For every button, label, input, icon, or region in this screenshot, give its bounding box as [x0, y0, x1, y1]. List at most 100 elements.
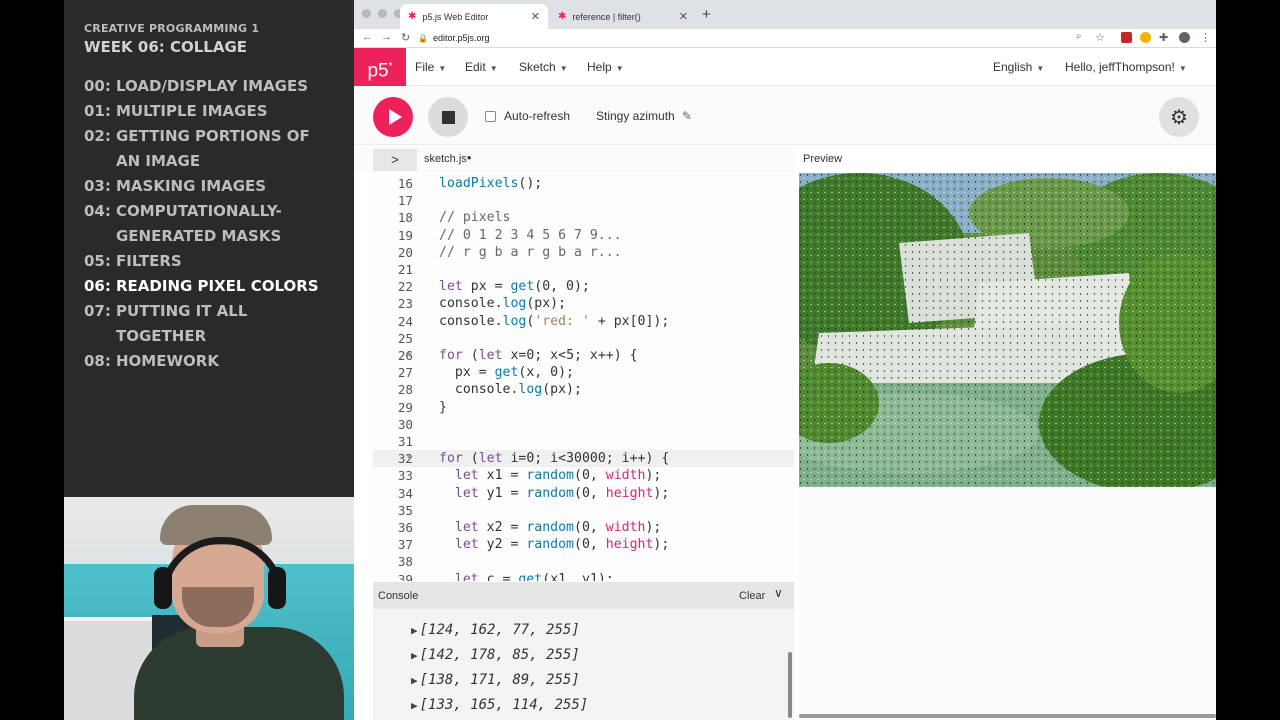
zoom-icon[interactable]: ⌕: [1076, 31, 1082, 42]
slide-topic-item: 06: READING PIXEL COLORS: [84, 274, 354, 299]
menu-edit[interactable]: Edit ▼: [465, 60, 498, 74]
sketch-name[interactable]: Stingy azimuth ✎: [596, 109, 692, 123]
expand-arrow-icon[interactable]: ▶: [411, 649, 418, 662]
language-menu[interactable]: English ▼: [993, 60, 1044, 74]
slide-topic-item: 07: PUTTING IT ALL TOGETHER: [84, 299, 354, 349]
code-line[interactable]: // r g b a r g b a r...: [439, 244, 622, 261]
forward-arrow-icon[interactable]: →: [381, 31, 392, 43]
p5-logo[interactable]: p5*: [354, 48, 406, 86]
close-tab-icon[interactable]: ✕: [531, 10, 540, 23]
course-title: CREATIVE PROGRAMMING 1: [84, 22, 260, 35]
code-line[interactable]: console.log(px);: [439, 295, 566, 312]
waterfall-preview-image: [799, 173, 1216, 487]
console-log-entry[interactable]: ▶ [138, 171, 89, 255]: [411, 672, 580, 688]
stop-button[interactable]: [428, 97, 468, 137]
code-line[interactable]: loadPixels();: [439, 175, 542, 192]
webcam-video: [64, 497, 354, 720]
extensions-puzzle-icon[interactable]: ✚: [1159, 31, 1168, 44]
browser-tab-title: p5.js Web Editor: [422, 11, 489, 22]
browser-menu-icon[interactable]: ⋮: [1200, 31, 1211, 44]
expand-arrow-icon[interactable]: ▶: [411, 624, 418, 637]
slide-topic-item: 05: FILTERS: [84, 249, 354, 274]
user-menu[interactable]: Hello, jeffThompson! ▼: [1065, 60, 1187, 74]
play-button[interactable]: [373, 97, 413, 137]
line-number: 21: [397, 262, 413, 277]
browser-tab-p5-editor[interactable]: ✱ p5.js Web Editor ✕: [400, 4, 548, 29]
reload-icon[interactable]: ↻: [401, 31, 410, 44]
code-line[interactable]: px = get(x, 0);: [439, 364, 574, 381]
line-number: 28: [397, 382, 413, 398]
preview-background: [799, 487, 1216, 720]
back-arrow-icon[interactable]: ←: [362, 31, 373, 43]
code-line[interactable]: let x2 = random(0, width);: [439, 519, 661, 536]
new-tab-button[interactable]: +: [702, 6, 711, 23]
line-number: 22: [397, 279, 413, 295]
auto-refresh-toggle[interactable]: Auto-refresh: [485, 109, 570, 123]
auto-refresh-checkbox[interactable]: [485, 110, 496, 122]
slide-topic-item: 03: MASKING IMAGES: [84, 174, 354, 199]
console-log-entry[interactable]: ▶ [142, 178, 85, 255]: [411, 647, 580, 663]
window-minimize-control[interactable]: [378, 9, 387, 18]
extension-red-icon[interactable]: [1121, 32, 1132, 43]
console-log-entry[interactable]: ▶ [124, 162, 77, 255]: [411, 622, 580, 638]
line-number: 39: [397, 571, 413, 581]
chevron-down-icon: ▼: [615, 64, 624, 73]
line-number: 33: [397, 468, 413, 484]
settings-button[interactable]: ⚙: [1159, 97, 1199, 137]
code-editor[interactable]: 16 loadPixels(); 17 18 // pixels 19 // 0 1 2 3…: [373, 173, 794, 581]
code-line[interactable]: let y1 = random(0, height);: [439, 485, 669, 502]
menu-help[interactable]: Help ▼: [587, 60, 624, 74]
close-tab-icon[interactable]: ✕: [679, 10, 688, 23]
console-log-entry[interactable]: ▶ [133, 165, 114, 255]: [411, 697, 588, 713]
console-log-text: [124, 162, 77, 255]: [419, 622, 580, 638]
pencil-icon[interactable]: ✎: [682, 109, 692, 123]
lock-icon: 🔒: [418, 34, 428, 43]
preview-scrollbar[interactable]: [799, 714, 1216, 718]
profile-avatar-icon[interactable]: [1179, 32, 1190, 43]
line-number: 23: [397, 296, 413, 312]
line-number: 30: [397, 416, 413, 432]
code-line[interactable]: for (let x=0; x<5; x++) {: [439, 347, 638, 364]
console-clear-button[interactable]: Clear: [739, 590, 765, 602]
console-scrollbar[interactable]: [788, 652, 792, 718]
code-line[interactable]: console.log('red: ' + px[0]);: [439, 313, 669, 330]
p5-nav-bar: p5* File ▼ Edit ▼ Sketch ▼ Help ▼ English ▼ H…: [354, 48, 1216, 86]
sketch-preview-canvas[interactable]: [799, 173, 1216, 487]
code-line[interactable]: // 0 1 2 3 4 5 6 7 9...: [439, 227, 622, 244]
url-field[interactable]: 🔒 editor.p5js.org: [418, 29, 1118, 47]
browser-tab-reference[interactable]: ✱ reference | filter() ✕: [550, 4, 696, 29]
slide-topic-label: MASKING IMAGES: [116, 177, 267, 195]
fold-arrow-icon[interactable]: ▼: [407, 453, 412, 462]
code-line[interactable]: let x1 = random(0, width);: [439, 467, 661, 484]
window-close-control[interactable]: [362, 9, 371, 18]
gear-icon: ⚙: [1170, 106, 1188, 129]
slide-topic-label: PUTTING IT ALL TOGETHER: [116, 302, 248, 345]
slide-topic-number: 01:: [84, 102, 111, 120]
fold-arrow-icon[interactable]: ▼: [407, 350, 412, 359]
slide-topic-number: 02:: [84, 127, 111, 145]
line-number: 29: [397, 399, 413, 415]
sidebar-toggle-button[interactable]: >: [373, 149, 417, 171]
line-number: 31: [397, 434, 413, 449]
bookmark-star-icon[interactable]: ☆: [1095, 31, 1105, 44]
code-line[interactable]: let c = get(x1, y1);: [439, 571, 614, 581]
menu-sketch[interactable]: Sketch ▼: [519, 60, 568, 74]
expand-arrow-icon[interactable]: ▶: [411, 699, 418, 712]
extension-chrome-icon[interactable]: [1140, 32, 1151, 43]
file-tab[interactable]: sketch.js●: [424, 153, 472, 165]
code-line[interactable]: let y2 = random(0, height);: [439, 536, 669, 553]
code-line[interactable]: for (let i=0; i<30000; i++) {: [439, 450, 669, 467]
menu-file[interactable]: File ▼: [415, 60, 446, 74]
line-number: 18: [397, 210, 413, 226]
slide-topic-number: 07:: [84, 302, 111, 320]
slide-topic-number: 03:: [84, 177, 111, 195]
code-line[interactable]: }: [439, 399, 447, 416]
webcam-headphone-left: [154, 567, 172, 609]
code-line[interactable]: // pixels: [439, 209, 510, 226]
code-line[interactable]: let px = get(0, 0);: [439, 278, 590, 295]
chevron-down-icon[interactable]: ∨: [774, 586, 783, 600]
line-number: 36: [397, 520, 413, 535]
console-output: ▶ [124, 162, 77, 255] ▶ [142, 178, 85, 255]…: [373, 609, 794, 720]
expand-arrow-icon[interactable]: ▶: [411, 674, 418, 687]
code-line[interactable]: console.log(px);: [439, 381, 582, 398]
